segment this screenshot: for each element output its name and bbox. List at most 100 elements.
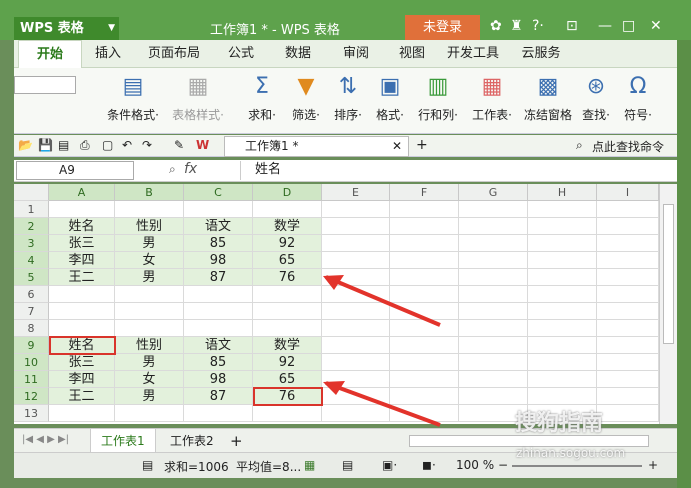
row-header[interactable]: 13 [14, 405, 49, 422]
column-header[interactable]: G [459, 184, 528, 201]
table-cell[interactable]: 数学 [253, 218, 322, 235]
sheet-tab-2[interactable]: 工作表2 [160, 429, 224, 453]
grid-cell[interactable] [184, 201, 253, 218]
grid-cell[interactable] [390, 252, 459, 269]
grid-cell[interactable] [322, 354, 390, 371]
brush-icon[interactable]: ✎ [174, 138, 184, 152]
grid-cell[interactable] [390, 320, 459, 337]
menu-tab[interactable]: 页面布局 [138, 40, 210, 68]
grid-cell[interactable] [597, 286, 659, 303]
worksheet-button[interactable]: ▦ 工作表· [468, 72, 516, 123]
table-cell[interactable]: 87 [184, 269, 253, 286]
menu-tab[interactable]: 审阅 [330, 40, 382, 68]
table-cell[interactable]: 语文 [184, 337, 253, 354]
table-cell[interactable]: 性别 [115, 218, 184, 235]
column-header[interactable]: I [597, 184, 659, 201]
grid-cell[interactable] [115, 405, 184, 422]
row-header[interactable]: 11 [14, 371, 49, 388]
grid-cell[interactable] [528, 286, 597, 303]
conditional-format-button[interactable]: ▤ 条件格式· [98, 72, 168, 123]
grid-cell[interactable] [390, 286, 459, 303]
table-cell[interactable]: 98 [184, 252, 253, 269]
scroll-thumb[interactable] [663, 204, 674, 344]
search-command-text[interactable]: 点此查找命令 [592, 138, 664, 155]
grid-cell[interactable] [390, 388, 459, 405]
row-header[interactable]: 7 [14, 303, 49, 320]
page-break-icon[interactable]: ▣· [382, 458, 397, 472]
row-col-button[interactable]: ▥ 行和列· [414, 72, 462, 123]
vertical-scrollbar[interactable] [659, 184, 677, 424]
new-tab-icon[interactable]: + [416, 137, 428, 153]
row-header[interactable]: 10 [14, 354, 49, 371]
sheet-tab-1[interactable]: 工作表1 [90, 429, 156, 453]
symbol-button[interactable]: Ω 符号· [618, 72, 658, 123]
maximize-icon[interactable]: □ [622, 18, 635, 34]
find-button[interactable]: ⊛ 查找· [576, 72, 616, 123]
table-cell[interactable]: 85 [184, 235, 253, 252]
grid-cell[interactable] [459, 269, 528, 286]
grid-cell[interactable] [528, 388, 597, 405]
grid-cell[interactable] [459, 252, 528, 269]
grid-cell[interactable] [459, 320, 528, 337]
grid-cell[interactable] [390, 337, 459, 354]
zoom-level[interactable]: 100 % [456, 458, 494, 472]
row-header[interactable]: 3 [14, 235, 49, 252]
grid-cell[interactable] [459, 371, 528, 388]
grid-cell[interactable] [528, 269, 597, 286]
filter-button[interactable]: ▼ 筛选· [286, 72, 326, 123]
grid-cell[interactable] [322, 405, 390, 422]
close-icon[interactable]: ✕ [650, 18, 662, 34]
grid-cell[interactable] [597, 252, 659, 269]
grid-cell[interactable] [115, 303, 184, 320]
grid-cell[interactable] [390, 218, 459, 235]
table-cell[interactable]: 女 [115, 252, 184, 269]
row-header[interactable]: 2 [14, 218, 49, 235]
grid-cell[interactable] [253, 286, 322, 303]
grid-cell[interactable] [115, 320, 184, 337]
grid-cell[interactable] [390, 235, 459, 252]
grid-cell[interactable] [459, 235, 528, 252]
login-button[interactable]: 未登录 [405, 15, 480, 40]
grid-cell[interactable] [184, 320, 253, 337]
grid-cell[interactable] [322, 252, 390, 269]
grid-cell[interactable] [597, 235, 659, 252]
formula-input[interactable]: 姓名 [240, 161, 670, 180]
grid-cell[interactable] [597, 405, 659, 422]
grid-cell[interactable] [49, 286, 115, 303]
grid-cell[interactable] [528, 354, 597, 371]
minimize-icon[interactable]: — [598, 18, 612, 34]
grid-cell[interactable] [49, 303, 115, 320]
skin-icon[interactable]: ✿ [490, 18, 502, 34]
grid-cell[interactable] [528, 371, 597, 388]
table-cell[interactable]: 王二 [49, 388, 115, 405]
grid-cell[interactable] [528, 252, 597, 269]
sort-button[interactable]: ⇅ 排序· [328, 72, 368, 123]
table-cell[interactable]: 65 [253, 371, 322, 388]
table-cell[interactable]: 李四 [49, 371, 115, 388]
grid-cell[interactable] [528, 218, 597, 235]
grid-cell[interactable] [322, 303, 390, 320]
table-cell[interactable]: 92 [253, 354, 322, 371]
grid-cell[interactable] [528, 320, 597, 337]
grid-cell[interactable] [459, 218, 528, 235]
undo-icon[interactable]: ↶ [122, 138, 132, 152]
grid-cell[interactable] [322, 388, 390, 405]
grid-cell[interactable] [390, 371, 459, 388]
column-header[interactable]: D [253, 184, 322, 201]
column-header[interactable]: E [322, 184, 390, 201]
table-cell[interactable]: 李四 [49, 252, 115, 269]
save-icon[interactable]: 💾 [38, 138, 53, 152]
grid-cell[interactable] [459, 286, 528, 303]
menu-tab[interactable]: 数据 [274, 40, 322, 68]
row-header[interactable]: 6 [14, 286, 49, 303]
name-box[interactable]: A9 [16, 161, 134, 180]
grid-cell[interactable] [597, 320, 659, 337]
grid-cell[interactable] [390, 201, 459, 218]
grid-cell[interactable] [253, 405, 322, 422]
reading-mode-icon[interactable]: ◼· [422, 458, 436, 472]
table-cell[interactable]: 男 [115, 235, 184, 252]
row-header[interactable]: 12 [14, 388, 49, 405]
grid-cell[interactable] [597, 371, 659, 388]
redo-icon[interactable]: ↷ [142, 138, 152, 152]
page-layout-icon[interactable]: ▤ [342, 458, 353, 472]
